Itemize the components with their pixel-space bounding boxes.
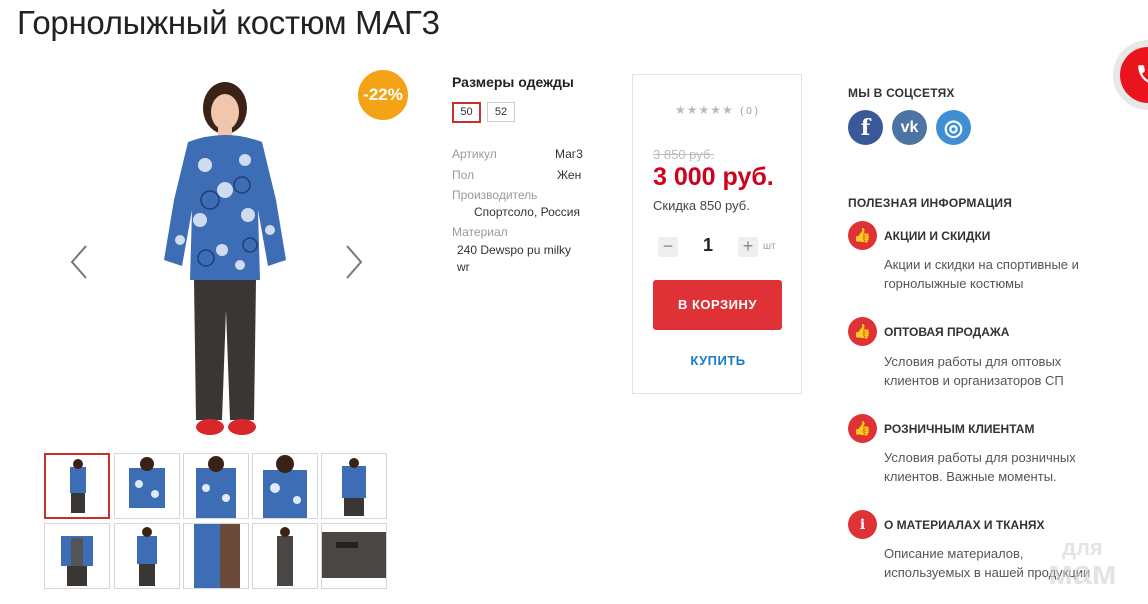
- thumbnail[interactable]: [44, 453, 110, 519]
- sizes-title: Размеры одежды: [452, 74, 574, 90]
- watermark-line2: мам: [1048, 553, 1117, 592]
- thumbnail-strip: [44, 453, 390, 603]
- page-title: Горнолыжный костюм МАГ3: [17, 4, 440, 41]
- info-sidebar: МЫ В СОЦСЕТЯХ f vk ◎ ПОЛЕЗНАЯ ИНФОРМАЦИЯ…: [848, 84, 1148, 604]
- info-link-promotions[interactable]: АКЦИИ И СКИДКИ: [884, 229, 990, 243]
- info-desc-promotions: Акции и скидки на спортивные и горнолыжн…: [884, 257, 1079, 291]
- material-label: Материал: [452, 225, 508, 239]
- thumbs-up-icon: 👍: [848, 414, 877, 443]
- next-image-button[interactable]: [343, 242, 365, 282]
- gender-label: Пол: [452, 168, 475, 182]
- rating-count: ( 0 ): [740, 106, 758, 117]
- quantity-decrease-button[interactable]: −: [658, 237, 678, 257]
- thumbnail[interactable]: [321, 523, 387, 589]
- material-value: 240 Dewspo pu milky wr: [457, 243, 572, 274]
- info-desc-wholesale: Условия работы для оптовых клиентов и ор…: [884, 354, 1064, 388]
- prev-image-button[interactable]: [68, 242, 90, 282]
- buy-now-link[interactable]: КУПИТЬ: [633, 353, 803, 368]
- size-option-52[interactable]: 52: [487, 102, 515, 122]
- discount-badge: -22%: [358, 70, 408, 120]
- thumbnail[interactable]: [252, 523, 318, 589]
- article-label: Артикул: [452, 147, 497, 161]
- current-price: 3 000 руб.: [653, 163, 774, 191]
- info-icon: i: [848, 510, 877, 539]
- add-to-cart-button[interactable]: В КОРЗИНУ: [653, 280, 782, 330]
- size-option-50[interactable]: 50: [452, 102, 481, 123]
- chevron-right-icon: [346, 245, 363, 279]
- product-specs: Размеры одежды 50 52 Артикул Маг3 Пол Жен…: [452, 74, 622, 274]
- thumbnail[interactable]: [321, 453, 387, 519]
- thumbnail[interactable]: [44, 523, 110, 589]
- thumbnail[interactable]: [183, 523, 249, 589]
- quantity-unit: шт: [763, 241, 776, 252]
- quantity-increase-button[interactable]: +: [738, 237, 758, 257]
- info-link-retail[interactable]: РОЗНИЧНЫМ КЛИЕНТАМ: [884, 422, 1034, 436]
- discount-amount: Скидка 850 руб.: [653, 198, 750, 213]
- thumbs-up-icon: 👍: [848, 221, 877, 250]
- thumbs-up-icon: 👍: [848, 317, 877, 346]
- thumbnail[interactable]: [183, 453, 249, 519]
- size-selector: 50 52: [452, 90, 622, 123]
- old-price: 3 850 руб.: [653, 147, 714, 162]
- useful-info-title: ПОЛЕЗНАЯ ИНФОРМАЦИЯ: [848, 196, 1013, 210]
- maker-label: Производитель: [452, 188, 538, 202]
- info-link-wholesale[interactable]: ОПТОВАЯ ПРОДАЖА: [884, 325, 1009, 339]
- instagram-icon[interactable]: ◎: [936, 110, 971, 145]
- thumbnail[interactable]: [114, 453, 180, 519]
- main-product-photo[interactable]: [150, 80, 300, 440]
- chevron-left-icon: [70, 245, 87, 279]
- info-desc-retail: Условия работы для розничных клиентов. В…: [884, 450, 1076, 484]
- gender-value: Жен: [557, 168, 582, 182]
- product-gallery: -22%: [40, 70, 410, 450]
- vk-icon[interactable]: vk: [892, 110, 927, 145]
- rating[interactable]: ★★★★★ ( 0 ): [675, 103, 758, 117]
- facebook-icon[interactable]: f: [848, 110, 883, 145]
- maker-value: Спортсоло, Россия: [474, 205, 580, 219]
- watermark-logo: для мам: [1048, 537, 1117, 592]
- thumbnail[interactable]: [252, 453, 318, 519]
- info-link-materials[interactable]: О МАТЕРИАЛАХ И ТКАНЯХ: [884, 518, 1045, 532]
- rating-stars-icon: ★★★★★: [675, 103, 734, 117]
- social-title: МЫ В СОЦСЕТЯХ: [848, 86, 955, 100]
- phone-icon: [1120, 47, 1148, 103]
- article-value: Маг3: [555, 147, 583, 161]
- quantity-value[interactable]: 1: [698, 235, 718, 256]
- thumbnail[interactable]: [114, 523, 180, 589]
- buy-box: ★★★★★ ( 0 ) 3 850 руб. 3 000 руб. Скидка…: [632, 74, 802, 394]
